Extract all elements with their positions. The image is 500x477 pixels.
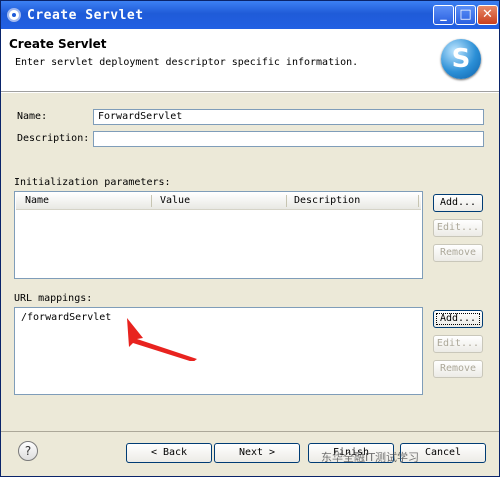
footer-divider: [1, 431, 499, 432]
column-divider: [151, 195, 152, 207]
window-title: Create Servlet: [27, 7, 144, 23]
back-button[interactable]: < Back: [126, 443, 212, 463]
url-add-button[interactable]: Add...: [433, 310, 483, 328]
servlet-logo-icon: S: [441, 39, 481, 79]
header-divider: [1, 92, 499, 93]
create-servlet-dialog: Create Servlet _ □ ✕ Create Servlet Ente…: [0, 0, 500, 477]
column-description-header[interactable]: Description: [294, 195, 360, 206]
column-value-header[interactable]: Value: [160, 195, 190, 206]
init-params-table[interactable]: Name Value Description: [14, 191, 423, 279]
url-mappings-label: URL mappings:: [14, 293, 93, 304]
init-params-label: Initialization parameters:: [14, 177, 171, 188]
list-item[interactable]: /forwardServlet: [21, 312, 111, 323]
name-label: Name:: [17, 111, 48, 122]
init-params-header: Name Value Description: [16, 193, 421, 210]
column-divider: [286, 195, 287, 207]
next-button[interactable]: Next >: [214, 443, 300, 463]
url-edit-button[interactable]: Edit...: [433, 335, 483, 353]
eclipse-icon: [7, 8, 21, 22]
column-divider: [418, 195, 419, 207]
maximize-button[interactable]: □: [455, 5, 476, 25]
description-field[interactable]: [93, 131, 484, 147]
arrow-annotation-icon: [127, 318, 197, 361]
url-remove-button[interactable]: Remove: [433, 360, 483, 378]
help-icon[interactable]: ?: [18, 441, 38, 461]
init-add-button[interactable]: Add...: [433, 194, 483, 212]
name-field[interactable]: ForwardServlet: [93, 109, 484, 125]
page-title: Create Servlet: [9, 37, 107, 51]
description-label: Description:: [17, 133, 90, 144]
init-edit-button[interactable]: Edit...: [433, 219, 483, 237]
watermark: 东华全融IT测试学习: [321, 451, 419, 464]
url-mappings-list[interactable]: /forwardServlet: [14, 307, 423, 395]
minimize-button[interactable]: _: [433, 5, 454, 25]
init-remove-button[interactable]: Remove: [433, 244, 483, 262]
page-description: Enter servlet deployment descriptor spec…: [15, 57, 359, 68]
title-bar: Create Servlet _ □ ✕: [1, 1, 499, 29]
column-name-header[interactable]: Name: [25, 195, 49, 206]
wizard-header: Create Servlet Enter servlet deployment …: [1, 29, 499, 92]
close-button[interactable]: ✕: [477, 5, 498, 25]
